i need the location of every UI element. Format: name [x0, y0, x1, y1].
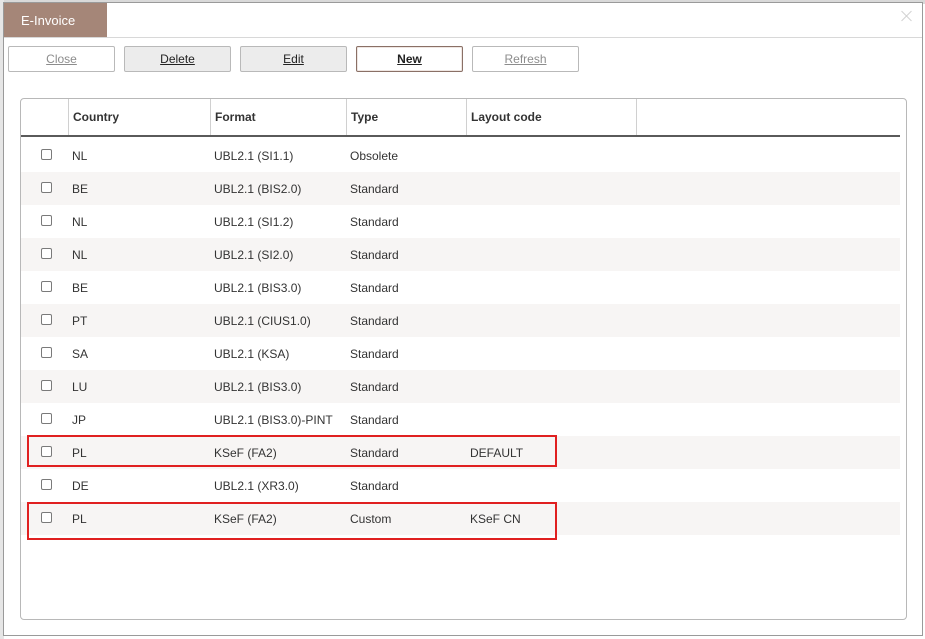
cell-format: UBL2.1 (CIUS1.0): [214, 313, 311, 328]
table-header: Country Format Type Layout code: [21, 99, 900, 137]
cell-country: NL: [72, 148, 88, 163]
header-select: [21, 99, 68, 135]
cell-format: UBL2.1 (SI1.1): [214, 148, 294, 163]
cell-layout-code: DEFAULT: [470, 445, 524, 460]
cell-type: Standard: [350, 313, 399, 328]
refresh-button[interactable]: Refresh: [472, 46, 579, 72]
header-type[interactable]: Type: [346, 99, 466, 135]
cell-format: UBL2.1 (BIS3.0): [214, 280, 302, 295]
table-row[interactable]: DE UBL2.1 (XR3.0) Standard: [21, 469, 900, 502]
new-button[interactable]: New: [356, 46, 463, 72]
row-checkbox[interactable]: [41, 314, 52, 325]
cell-type: Standard: [350, 346, 399, 361]
row-checkbox[interactable]: [41, 215, 52, 226]
cell-country: NL: [72, 214, 88, 229]
cell-type: Standard: [350, 280, 399, 295]
cell-format: UBL2.1 (XR3.0): [214, 478, 299, 493]
cell-format: UBL2.1 (BIS3.0): [214, 379, 302, 394]
row-checkbox[interactable]: [41, 149, 52, 160]
table-row[interactable]: PT UBL2.1 (CIUS1.0) Standard: [21, 304, 900, 337]
cell-type: Standard: [350, 445, 399, 460]
cell-format: UBL2.1 (SI2.0): [214, 247, 294, 262]
edit-button-label: Edit: [283, 52, 304, 66]
cell-type: Obsolete: [350, 148, 399, 163]
header-country[interactable]: Country: [68, 99, 210, 135]
cell-country: LU: [72, 379, 88, 394]
cell-country: PT: [72, 313, 88, 328]
delete-button-label: Delete: [160, 52, 195, 66]
row-checkbox[interactable]: [41, 446, 52, 457]
table-row[interactable]: NL UBL2.1 (SI2.0) Standard: [21, 238, 900, 271]
e-invoice-window: E-Invoice Close Delete Edit New Refresh …: [3, 2, 923, 636]
cell-country: SA: [72, 346, 89, 361]
e-invoice-table: Country Format Type Layout code NL UBL2.1…: [20, 98, 907, 620]
table-row[interactable]: NL UBL2.1 (SI1.2) Standard: [21, 205, 900, 238]
cell-type: Standard: [350, 181, 399, 196]
row-checkbox[interactable]: [41, 479, 52, 490]
cell-type: Standard: [350, 412, 399, 427]
row-checkbox[interactable]: [41, 182, 52, 193]
cell-layout-code: KSeF CN: [470, 511, 521, 526]
cell-format: KSeF (FA2): [214, 511, 277, 526]
close-button-label: Close: [46, 52, 77, 66]
table-row[interactable]: PL KSeF (FA2) Custom KSeF CN: [21, 502, 900, 535]
cell-country: DE: [72, 478, 89, 493]
cell-type: Standard: [350, 478, 399, 493]
cell-type: Standard: [350, 379, 399, 394]
header-filler: [636, 99, 900, 135]
cell-format: UBL2.1 (BIS3.0)-PINT: [214, 412, 333, 427]
cell-country: NL: [72, 247, 88, 262]
edit-button[interactable]: Edit: [240, 46, 347, 72]
header-format[interactable]: Format: [210, 99, 346, 135]
cell-type: Standard: [350, 247, 399, 262]
cell-country: PL: [72, 511, 87, 526]
row-checkbox[interactable]: [41, 380, 52, 391]
cell-format: UBL2.1 (SI1.2): [214, 214, 294, 229]
table-row[interactable]: BE UBL2.1 (BIS2.0) Standard: [21, 172, 900, 205]
row-checkbox[interactable]: [41, 347, 52, 358]
window-title: E-Invoice: [21, 12, 76, 28]
row-checkbox[interactable]: [41, 413, 52, 424]
table-row[interactable]: LU UBL2.1 (BIS3.0) Standard: [21, 370, 900, 403]
cell-type: Standard: [350, 214, 399, 229]
table-row[interactable]: BE UBL2.1 (BIS3.0) Standard: [21, 271, 900, 304]
new-button-label: New: [397, 52, 422, 66]
refresh-button-label: Refresh: [504, 52, 547, 66]
close-icon[interactable]: [900, 9, 914, 23]
cell-country: PL: [72, 445, 87, 460]
table-row[interactable]: SA UBL2.1 (KSA) Standard: [21, 337, 900, 370]
cell-type: Custom: [350, 511, 392, 526]
header-layout-code[interactable]: Layout code: [466, 99, 636, 135]
table-row[interactable]: NL UBL2.1 (SI1.1) Obsolete: [21, 139, 900, 172]
tab-divider: [4, 37, 922, 38]
table-row[interactable]: JP UBL2.1 (BIS3.0)-PINT Standard: [21, 403, 900, 436]
close-button[interactable]: Close: [8, 46, 115, 72]
cell-format: UBL2.1 (KSA): [214, 346, 290, 361]
cell-format: KSeF (FA2): [214, 445, 277, 460]
window-tab[interactable]: E-Invoice: [4, 3, 107, 37]
cell-format: UBL2.1 (BIS2.0): [214, 181, 302, 196]
cell-country: BE: [72, 280, 89, 295]
table-row[interactable]: PL KSeF (FA2) Standard DEFAULT: [21, 436, 900, 469]
row-checkbox[interactable]: [41, 512, 52, 523]
row-checkbox[interactable]: [41, 281, 52, 292]
delete-button[interactable]: Delete: [124, 46, 231, 72]
cell-country: BE: [72, 181, 89, 196]
cell-country: JP: [72, 412, 87, 427]
row-checkbox[interactable]: [41, 248, 52, 259]
